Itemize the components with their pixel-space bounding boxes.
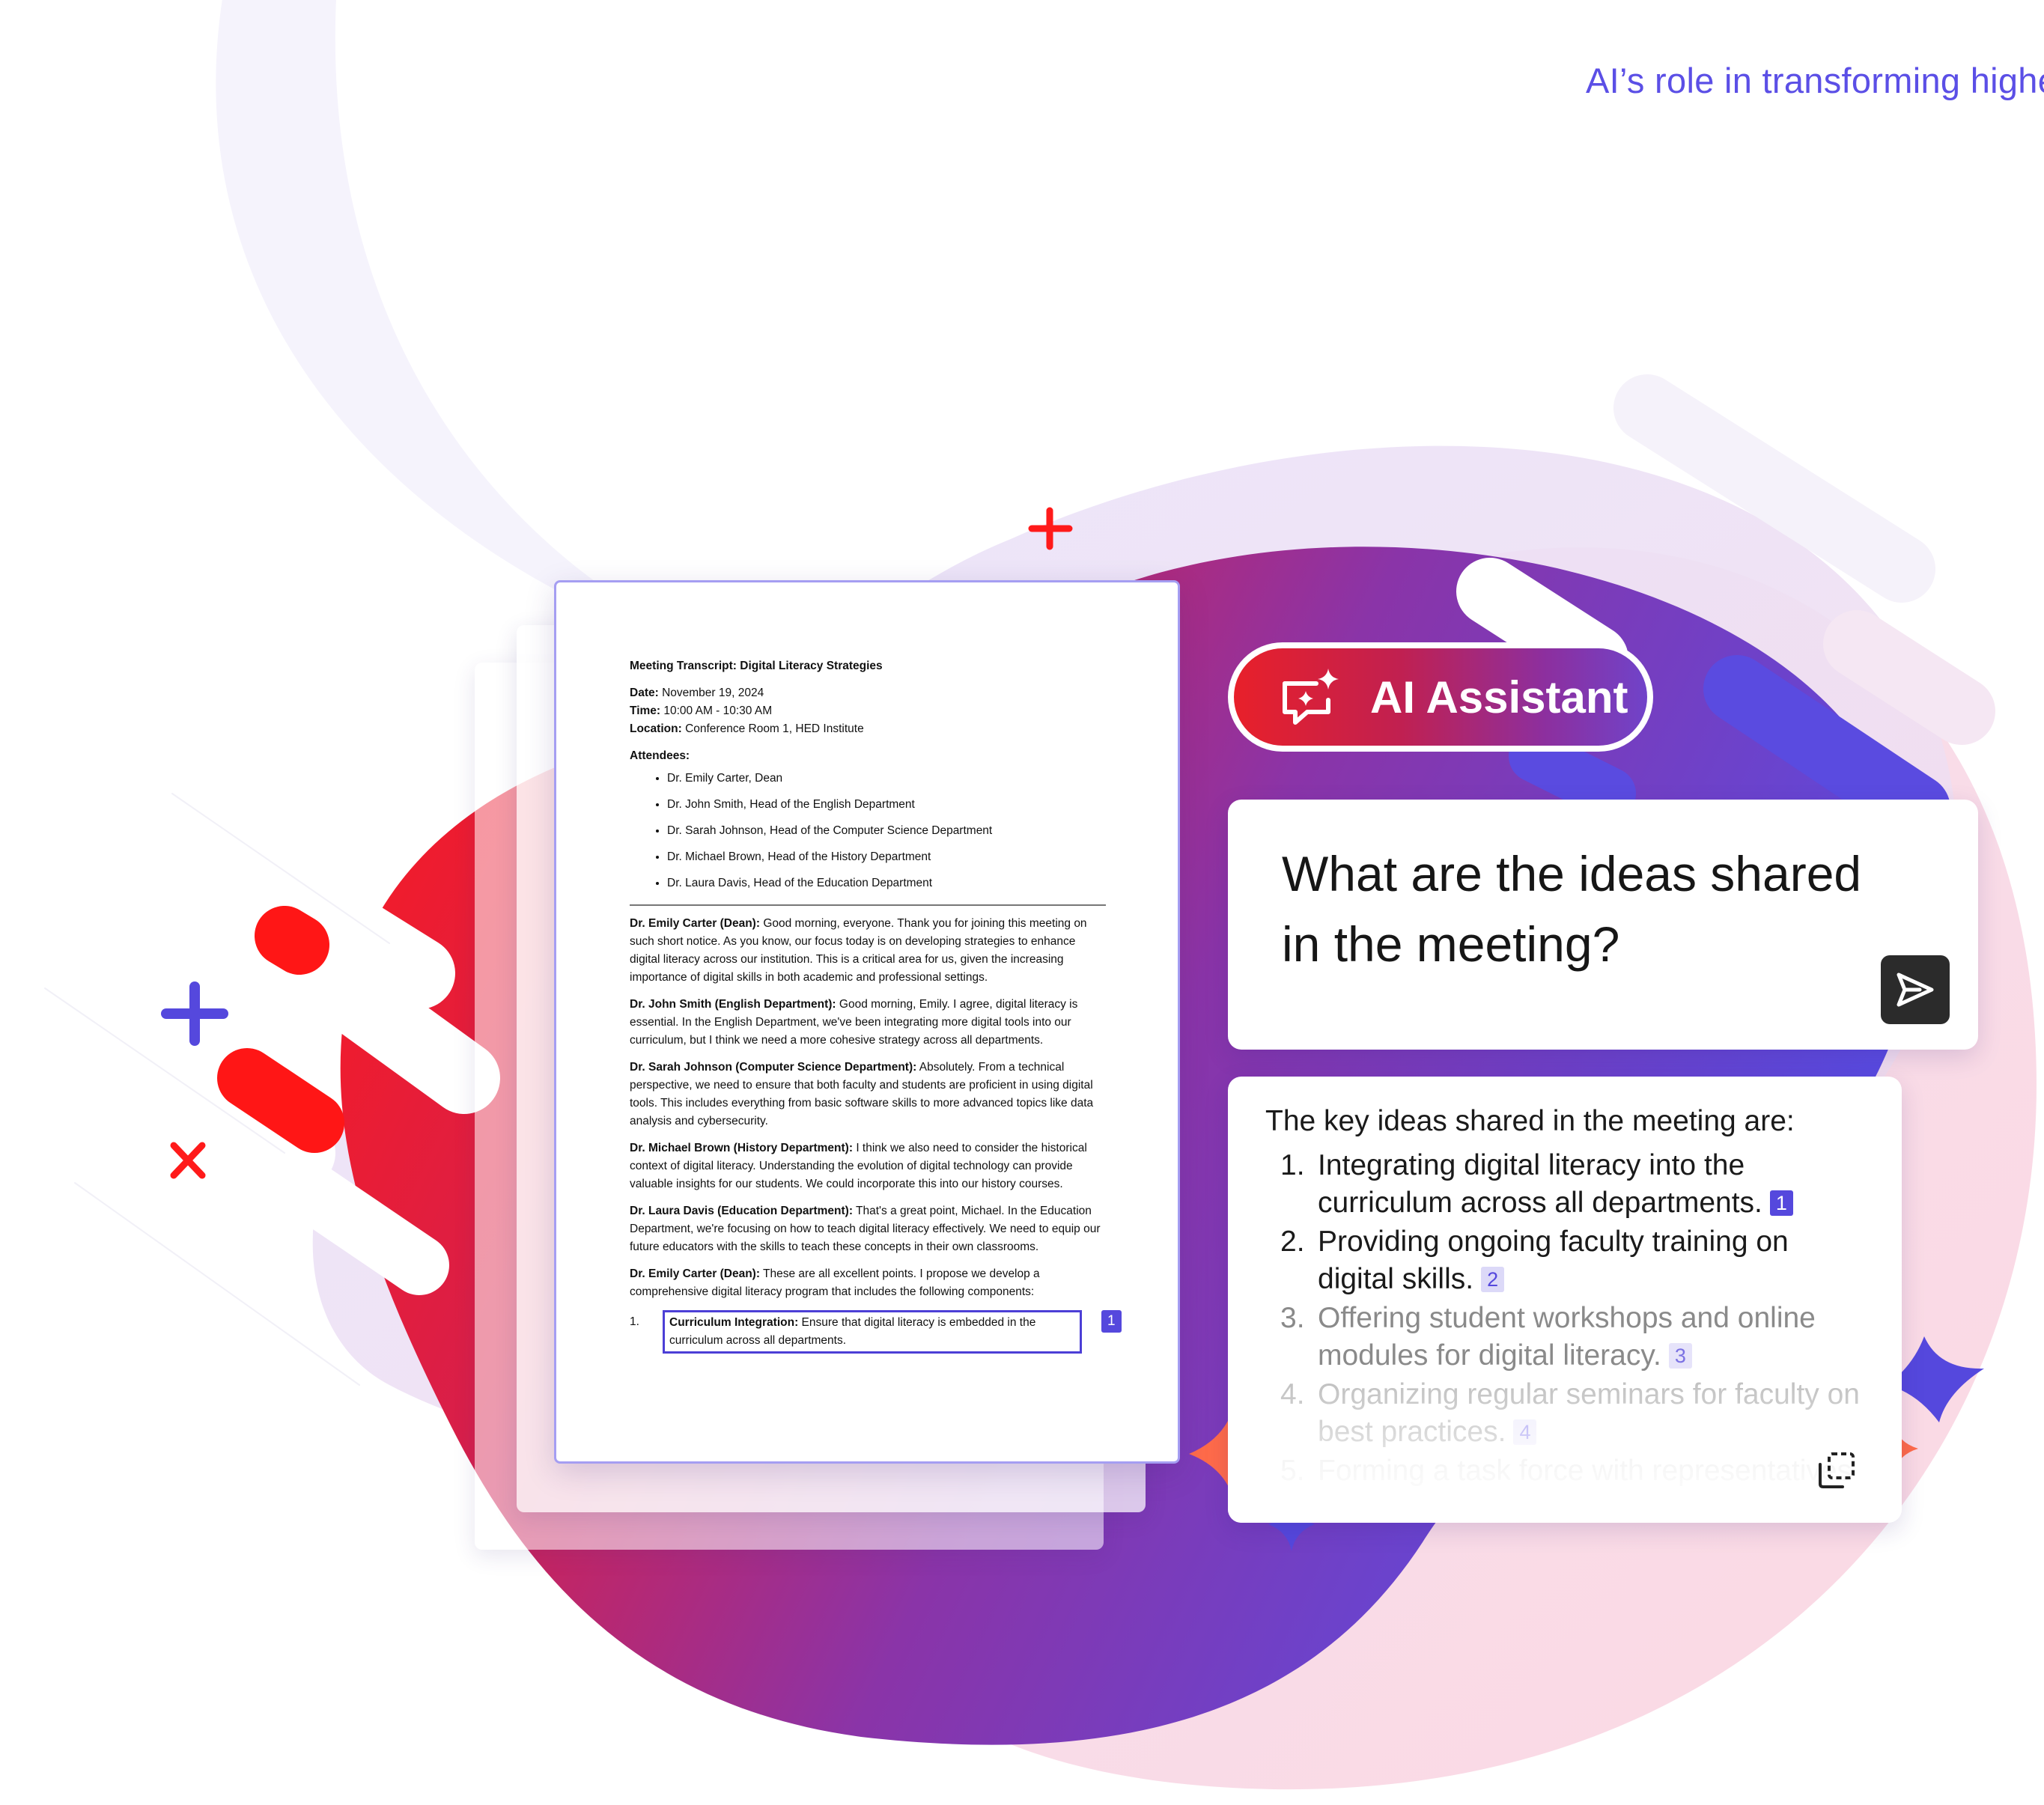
send-button[interactable] xyxy=(1881,955,1950,1024)
response-item-text: Organizing regular seminars for faculty … xyxy=(1318,1378,1860,1448)
highlighted-list-item: 1. Curriculum Integration: Ensure that d… xyxy=(630,1310,1122,1354)
transcript-paragraph: Dr. Michael Brown (History Department): … xyxy=(630,1139,1106,1193)
meta-value: November 19, 2024 xyxy=(662,687,764,699)
transcript-paragraph: Dr. John Smith (English Department): Goo… xyxy=(630,996,1106,1050)
transcript-paragraph: Dr. Emily Carter (Dean): Good morning, e… xyxy=(630,915,1106,987)
ai-assistant-pill[interactable]: AI Assistant xyxy=(1228,642,1653,752)
citation-highlight[interactable]: Curriculum Integration: Ensure that digi… xyxy=(663,1310,1082,1354)
ai-assistant-label: AI Assistant xyxy=(1370,672,1628,722)
document-location: Location: Conference Room 1, HED Institu… xyxy=(630,720,1106,738)
speaker-name: Dr. Laura Davis (Education Department): xyxy=(630,1205,854,1217)
list-label: Curriculum Integration: xyxy=(669,1316,799,1329)
transcript-paragraph: Dr. Emily Carter (Dean): These are all e… xyxy=(630,1265,1106,1301)
response-item-number: 3. xyxy=(1280,1302,1305,1334)
document-time: Time: 10:00 AM - 10:30 AM xyxy=(630,702,1106,720)
attendees-label: Attendees: xyxy=(630,749,690,762)
meeting-transcript-document: Meeting Transcript: Digital Literacy Str… xyxy=(554,580,1180,1464)
response-item-number: 4. xyxy=(1280,1378,1305,1410)
list-number: 1. xyxy=(630,1315,639,1328)
response-card: The key ideas shared in the meeting are:… xyxy=(1228,1077,1902,1523)
response-list: 1. Integrating digital literacy into the… xyxy=(1280,1147,1864,1491)
attendee-item: Dr. Emily Carter, Dean xyxy=(667,770,1106,788)
response-intro: The key ideas shared in the meeting are: xyxy=(1265,1105,1795,1137)
copy-icon[interactable] xyxy=(1817,1451,1856,1490)
citation-badge[interactable]: 4 xyxy=(1513,1419,1537,1445)
prompt-text[interactable]: What are the ideas shared in the meeting… xyxy=(1282,838,1896,979)
page-tagline: AI’s role in transforming higher e xyxy=(1586,61,2044,100)
speaker-name: Dr. Sarah Johnson (Computer Science Depa… xyxy=(630,1061,917,1074)
response-item-text: Integrating digital literacy into the cu… xyxy=(1318,1149,1762,1219)
meta-label: Date: xyxy=(630,687,659,699)
response-item-number: 2. xyxy=(1280,1226,1305,1258)
citation-badge[interactable]: 2 xyxy=(1481,1267,1505,1292)
attendee-item: Dr. Michael Brown, Head of the History D… xyxy=(667,848,1106,866)
document-divider xyxy=(630,904,1106,906)
attendee-item: Dr. John Smith, Head of the English Depa… xyxy=(667,796,1106,814)
send-icon xyxy=(1897,972,1934,1007)
speaker-name: Dr. Emily Carter (Dean): xyxy=(630,1267,760,1280)
response-item-text: Forming a task force with representative… xyxy=(1318,1455,1852,1487)
meta-label: Location: xyxy=(630,722,682,735)
response-item: 5. Forming a task force with representat… xyxy=(1280,1452,1864,1490)
attendee-item: Dr. Laura Davis, Head of the Education D… xyxy=(667,874,1106,892)
speaker-name: Dr. John Smith (English Department): xyxy=(630,998,836,1011)
response-item-text: Providing ongoing faculty training on di… xyxy=(1318,1226,1789,1295)
ai-chat-sparkle-icon xyxy=(1283,669,1339,725)
response-item-number: 1. xyxy=(1280,1149,1305,1181)
speaker-name: Dr. Emily Carter (Dean): xyxy=(630,917,760,930)
meta-value: Conference Room 1, HED Institute xyxy=(685,722,864,735)
transcript-paragraph: Dr. Laura Davis (Education Department): … xyxy=(630,1202,1106,1256)
prompt-card[interactable]: What are the ideas shared in the meeting… xyxy=(1228,800,1978,1050)
speaker-name: Dr. Michael Brown (History Department): xyxy=(630,1142,853,1154)
meta-label: Time: xyxy=(630,704,661,717)
response-item: 3. Offering student workshops and online… xyxy=(1280,1300,1864,1375)
document-title: Meeting Transcript: Digital Literacy Str… xyxy=(630,660,883,672)
response-item-number: 5. xyxy=(1280,1455,1305,1487)
attendees-list: Dr. Emily Carter, Dean Dr. John Smith, H… xyxy=(630,770,1106,892)
response-item: 2. Providing ongoing faculty training on… xyxy=(1280,1223,1864,1298)
response-item: 4. Organizing regular seminars for facul… xyxy=(1280,1376,1864,1451)
document-date: Date: November 19, 2024 xyxy=(630,684,1106,702)
citation-badge[interactable]: 3 xyxy=(1668,1343,1692,1369)
attendee-item: Dr. Sarah Johnson, Head of the Computer … xyxy=(667,822,1106,840)
response-item-text: Offering student workshops and online mo… xyxy=(1318,1302,1816,1372)
ai-assistant-pill-body: AI Assistant xyxy=(1234,648,1647,746)
citation-badge[interactable]: 1 xyxy=(1101,1310,1122,1333)
meta-value: 10:00 AM - 10:30 AM xyxy=(663,704,773,717)
transcript-paragraph: Dr. Sarah Johnson (Computer Science Depa… xyxy=(630,1059,1106,1130)
citation-badge[interactable]: 1 xyxy=(1769,1190,1793,1216)
response-item: 1. Integrating digital literacy into the… xyxy=(1280,1147,1864,1222)
